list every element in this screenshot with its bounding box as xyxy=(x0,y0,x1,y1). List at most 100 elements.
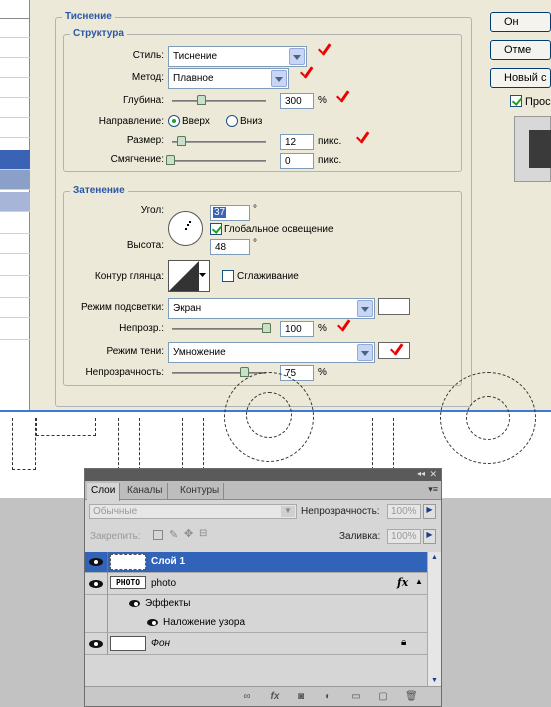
delete-layer-icon[interactable]: 🗑︎ xyxy=(405,691,418,702)
ok-button[interactable]: Он xyxy=(490,12,551,32)
depth-slider-track[interactable] xyxy=(172,100,266,102)
collapse-arrow-icon[interactable]: ▲ xyxy=(415,577,423,586)
list-item[interactable] xyxy=(0,98,30,118)
global-light-label: Глобальное освещение xyxy=(224,224,334,235)
layer-row[interactable]: Фон 🔒︎ xyxy=(85,633,427,655)
blend-mode-value: Обычные xyxy=(93,506,138,517)
lock-move-icon[interactable]: ✥ xyxy=(184,527,193,540)
tab-layers[interactable]: Слои xyxy=(87,483,121,501)
shadow-color-swatch[interactable] xyxy=(378,342,410,359)
opacity-arrow-icon[interactable]: ▶ xyxy=(423,504,436,519)
list-item[interactable] xyxy=(0,214,30,234)
layer-name[interactable]: photo xyxy=(151,578,176,589)
eye-icon[interactable] xyxy=(89,580,103,588)
soften-input[interactable]: 0 xyxy=(280,153,314,169)
method-select[interactable]: Плавное xyxy=(168,68,289,89)
add-style-icon[interactable]: fx xyxy=(269,691,281,702)
shadow-opacity-track[interactable] xyxy=(172,372,266,374)
list-item[interactable] xyxy=(0,38,30,58)
lock-transparency-icon[interactable] xyxy=(153,530,163,540)
shadow-opacity-handle[interactable] xyxy=(240,367,249,377)
fx-icon[interactable]: fx xyxy=(397,576,408,589)
style-select[interactable]: Тиснение xyxy=(168,46,307,67)
list-item[interactable] xyxy=(0,320,30,340)
size-slider-handle[interactable] xyxy=(177,136,186,146)
antialias-checkbox[interactable] xyxy=(222,270,234,282)
tab-paths[interactable]: Контуры xyxy=(176,483,225,500)
soften-slider-track[interactable] xyxy=(172,160,266,162)
depth-input[interactable]: 300 xyxy=(280,93,314,109)
check-mark-icon xyxy=(298,67,316,81)
effect-label: Наложение узора xyxy=(163,617,246,628)
preview-checkbox[interactable] xyxy=(510,95,522,107)
layers-scrollbar[interactable]: ▲ ▼ xyxy=(427,552,441,686)
angle-dial-center xyxy=(185,228,187,230)
panel-menu-icon[interactable]: ▾≡ xyxy=(428,484,438,495)
layer-row[interactable]: PHOTO photo fx ▲ xyxy=(85,573,427,595)
size-input[interactable]: 12 xyxy=(280,134,314,150)
new-style-button[interactable]: Новый с xyxy=(490,68,551,88)
direction-up-radio[interactable] xyxy=(168,115,180,127)
scroll-up-icon[interactable]: ▲ xyxy=(431,554,438,561)
highlight-opacity-input[interactable]: 100 xyxy=(280,321,314,337)
layer-thumbnail: PHOTO xyxy=(110,576,146,589)
direction-down-radio[interactable] xyxy=(226,115,238,127)
angle-value: 37 xyxy=(213,207,227,218)
fill-arrow-icon[interactable]: ▶ xyxy=(423,529,436,544)
blend-mode-select[interactable]: Обычные ▼ xyxy=(89,504,297,519)
list-item-selected[interactable] xyxy=(0,192,30,212)
layer-name[interactable]: Слой 1 xyxy=(151,556,185,567)
list-item[interactable] xyxy=(0,234,30,254)
shadow-mode-select[interactable]: Умножение xyxy=(168,342,375,363)
eye-icon[interactable] xyxy=(129,600,140,607)
shadow-mode-value: Умножение xyxy=(173,347,226,358)
layer-row-selected[interactable]: Слой 1 xyxy=(85,552,427,573)
soften-slider-handle[interactable] xyxy=(166,155,175,165)
highlight-opacity-label: Непрозр.: xyxy=(119,323,164,334)
layer-name[interactable]: Фон xyxy=(151,638,170,649)
opacity-input[interactable]: 100% xyxy=(387,504,421,519)
depth-slider-handle[interactable] xyxy=(197,95,206,105)
highlight-opacity-handle[interactable] xyxy=(262,323,271,333)
effect-row[interactable]: Наложение узора xyxy=(85,614,427,633)
cancel-button[interactable]: Отме xyxy=(490,40,551,60)
list-item[interactable] xyxy=(0,18,30,38)
highlight-opacity-track[interactable] xyxy=(172,328,266,330)
list-item[interactable] xyxy=(0,58,30,78)
highlight-color-swatch[interactable] xyxy=(378,298,410,315)
gloss-contour-picker[interactable] xyxy=(168,260,210,292)
scroll-down-icon[interactable]: ▼ xyxy=(431,677,438,684)
adjustment-layer-icon[interactable]: ◐ xyxy=(322,691,334,702)
link-layers-icon[interactable]: ∞ xyxy=(241,691,253,702)
list-item[interactable] xyxy=(0,298,30,318)
fill-input[interactable]: 100% xyxy=(387,529,421,544)
list-item[interactable] xyxy=(0,256,30,276)
list-item-selected[interactable] xyxy=(0,170,30,190)
close-icon[interactable]: ✕ xyxy=(429,469,437,480)
highlight-mode-select[interactable]: Экран xyxy=(168,298,375,319)
eye-icon[interactable] xyxy=(89,640,103,648)
add-mask-icon[interactable]: ◙ xyxy=(295,691,307,702)
angle-dial-needle xyxy=(189,221,191,223)
tab-channels[interactable]: Каналы xyxy=(123,483,168,500)
list-item[interactable] xyxy=(0,118,30,138)
altitude-input[interactable]: 48 xyxy=(210,239,250,255)
panel-titlebar[interactable]: ◂◂ ✕ xyxy=(85,469,441,481)
styles-list[interactable] xyxy=(0,0,30,410)
effects-row[interactable]: Эффекты xyxy=(85,595,427,633)
collapse-icon[interactable]: ◂◂ xyxy=(417,469,425,478)
global-light-checkbox[interactable] xyxy=(210,223,222,235)
list-item[interactable] xyxy=(0,78,30,98)
size-slider-track[interactable] xyxy=(172,141,266,143)
new-layer-icon[interactable]: ▢ xyxy=(377,691,389,702)
list-item-selected[interactable] xyxy=(0,150,30,170)
direction-up-label: Вверх xyxy=(182,116,210,127)
new-group-icon[interactable]: ▭ xyxy=(350,691,362,702)
eye-icon[interactable] xyxy=(89,558,103,566)
lock-paint-icon[interactable]: ✎ xyxy=(169,528,178,541)
list-item[interactable] xyxy=(0,278,30,298)
eye-icon[interactable] xyxy=(147,619,158,626)
lock-all-icon[interactable]: ⊟ xyxy=(199,528,207,539)
angle-dial[interactable] xyxy=(168,211,203,246)
angle-input[interactable]: 37 xyxy=(210,205,250,221)
